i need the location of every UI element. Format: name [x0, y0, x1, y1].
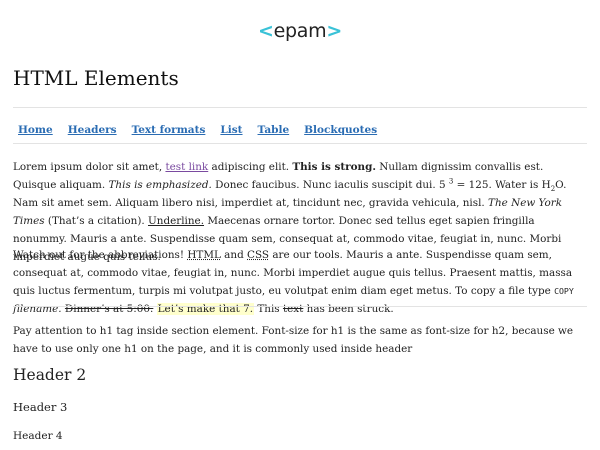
nav-list[interactable]: List [220, 124, 242, 136]
nav-table[interactable]: Table [258, 124, 290, 136]
struck-text: text [282, 303, 304, 315]
nav-text-formats[interactable]: Text formats [132, 124, 206, 136]
logo-text: epam [273, 20, 327, 42]
deleted-text: Dinner’s at 5:00. [64, 303, 154, 315]
paragraph-h1-note: Pay attention to h1 tag inside section e… [13, 325, 574, 355]
nav-blockquotes[interactable]: Blockquotes [304, 124, 377, 136]
main-nav: Home Headers Text formats List Table Blo… [18, 124, 377, 136]
page-title: HTML Elements [13, 66, 179, 90]
page: <epam> HTML Elements Home Headers Text f… [0, 0, 600, 450]
emphasized-text: This is emphasized. [108, 179, 212, 191]
nav-headers[interactable]: Headers [68, 124, 117, 136]
code-text: COPY [554, 286, 574, 296]
header-3: Header 3 [13, 400, 68, 414]
strong-text: This is strong. [292, 161, 376, 173]
title-divider [13, 107, 587, 108]
nav-home[interactable]: Home [18, 124, 53, 136]
test-link[interactable]: test link [165, 161, 208, 173]
header-4: Header 4 [13, 430, 63, 442]
epam-logo[interactable]: <epam> [0, 20, 600, 42]
abbr-html[interactable]: HTML [187, 249, 221, 261]
nav-divider [13, 143, 587, 144]
logo-right-bracket: > [326, 20, 342, 42]
abbr-css[interactable]: CSS [247, 249, 269, 261]
section-divider [13, 306, 587, 307]
filename-text: filename. [13, 303, 62, 315]
logo-left-bracket: < [258, 20, 274, 42]
header-2: Header 2 [13, 366, 87, 384]
paragraph-abbreviations: Watch out for the abbreviations! HTML an… [13, 249, 574, 315]
marked-text: Let’s make that 7. [156, 303, 255, 315]
underline-text: Underline. [148, 215, 205, 227]
